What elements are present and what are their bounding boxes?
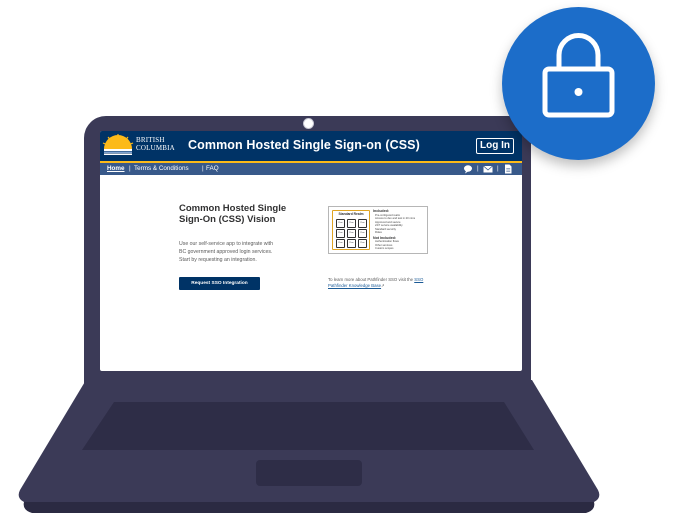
provider-cell: Prov — [347, 229, 356, 238]
laptop-camera — [303, 118, 314, 129]
external-link-icon: ↗ — [381, 283, 385, 288]
laptop-keyboard-base — [18, 380, 600, 513]
nav-separator: | — [129, 165, 131, 172]
request-sso-integration-button[interactable]: Request SSO Integration — [179, 277, 260, 290]
nav-bar: Home | Terms & Conditions | FAQ | | — [100, 163, 522, 175]
not-included-item: Custom scopes — [375, 247, 394, 250]
document-icon[interactable] — [503, 164, 513, 174]
provider-cell: Prov — [358, 239, 367, 248]
logo-line-1: BRITISH — [136, 136, 165, 144]
chat-icon[interactable] — [463, 164, 473, 174]
provider-cell: Prov — [347, 239, 356, 248]
not-included-heading: Not Included: — [373, 235, 396, 240]
nav-terms[interactable]: Terms & Conditions — [134, 164, 189, 173]
standard-realm-title: Standard Realm — [338, 212, 364, 216]
site-title: Common Hosted Single Sign-on (CSS) — [188, 138, 420, 152]
nav-separator: | — [202, 165, 204, 172]
provider-cell: Prov — [336, 229, 345, 238]
lock-icon — [542, 33, 615, 118]
provider-cell: Prov — [358, 219, 367, 228]
provider-cell: Prov — [358, 229, 367, 238]
learn-more-text: To learn more about Pathfinder SSO visit… — [328, 277, 438, 289]
laptop-screen: BRITISH COLUMBIA Common Hosted Single Si… — [100, 131, 522, 371]
nav-separator: | — [497, 165, 499, 172]
realm-diagram: Standard Realm Prov Prov Prov Prov Prov … — [328, 206, 428, 254]
provider-cell: Prov — [336, 219, 345, 228]
included-heading: Included: — [373, 209, 389, 213]
mail-icon[interactable] — [483, 164, 493, 174]
lock-badge — [502, 7, 655, 160]
page-description: Use our self-service app to integrate wi… — [179, 241, 273, 263]
learn-more-prefix: To learn more about Pathfinder SSO visit… — [328, 277, 414, 282]
bc-sun-logo-icon — [102, 134, 134, 155]
standard-realm-box: Standard Realm Prov Prov Prov Prov Prov … — [332, 210, 370, 250]
nav-home[interactable]: Home — [107, 164, 125, 173]
provider-cell: Prov — [336, 239, 345, 248]
nav-faq[interactable]: FAQ — [206, 164, 219, 173]
logo-line-2: COLUMBIA — [136, 144, 175, 152]
bc-wordmark: BRITISH COLUMBIA — [136, 136, 175, 152]
site-header: BRITISH COLUMBIA Common Hosted Single Si… — [100, 131, 522, 163]
provider-cell: Prov — [347, 219, 356, 228]
nav-separator: | — [477, 165, 479, 172]
included-item: Roles — [375, 231, 382, 234]
page-title: Common Hosted Single Sign-On (CSS) Visio… — [179, 203, 287, 225]
